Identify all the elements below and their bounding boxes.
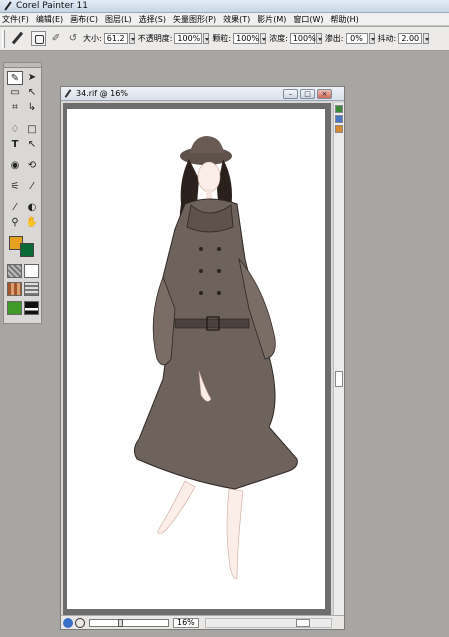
gradient-selector[interactable] bbox=[24, 264, 39, 278]
opacity-field[interactable]: 100% bbox=[174, 33, 203, 44]
menu-help[interactable]: 帮助(H) bbox=[331, 14, 359, 25]
rect-select-icon[interactable]: ▭ bbox=[7, 86, 23, 100]
coat-button bbox=[217, 291, 221, 295]
vertical-scroll-thumb[interactable] bbox=[335, 371, 343, 387]
horizontal-scroll-thumb[interactable] bbox=[295, 618, 310, 627]
maximize-icon[interactable]: □ bbox=[300, 89, 315, 99]
menu-bar: 文件(F) 编辑(E) 画布(C) 图层(L) 选择(S) 矢量图形(P) 效果… bbox=[0, 13, 449, 26]
stroke-type-icon[interactable]: ✐ bbox=[49, 32, 63, 46]
leg-right bbox=[226, 488, 244, 580]
size-label: 大小: bbox=[83, 34, 102, 43]
look-selector[interactable] bbox=[7, 301, 22, 315]
weave-selector[interactable] bbox=[24, 282, 39, 296]
mixer-icon[interactable] bbox=[335, 125, 343, 133]
rectangle-shape-icon[interactable]: □ bbox=[24, 123, 40, 137]
menu-canvas[interactable]: 画布(C) bbox=[70, 14, 98, 25]
document-status-bar: 16% bbox=[61, 615, 344, 629]
menu-window[interactable]: 窗口(W) bbox=[293, 14, 323, 25]
coat-button bbox=[199, 291, 203, 295]
nozzle-selector[interactable] bbox=[24, 301, 39, 315]
document-title-bar[interactable]: 34.rif @ 16% – □ × bbox=[61, 87, 344, 101]
eyedropper-icon[interactable]: ⁄ bbox=[7, 201, 23, 215]
hat-crown bbox=[190, 136, 224, 153]
bleed-label: 渗出: bbox=[324, 34, 344, 43]
toolbar-grip[interactable] bbox=[2, 29, 5, 48]
zoom-slider[interactable] bbox=[89, 618, 169, 627]
resat-field[interactable]: 100% bbox=[289, 33, 316, 44]
close-icon[interactable]: × bbox=[317, 89, 332, 99]
canvas-frame bbox=[63, 103, 331, 615]
pattern-selector[interactable] bbox=[7, 282, 22, 296]
burn-icon[interactable]: ◐ bbox=[24, 201, 40, 215]
color-swatch-icon[interactable] bbox=[335, 105, 343, 113]
grain-dropdown[interactable] bbox=[260, 33, 267, 44]
menu-file[interactable]: 文件(F) bbox=[2, 14, 29, 25]
bleed-field[interactable]: 0% bbox=[345, 33, 368, 44]
document-window: 34.rif @ 16% – □ × 16% bbox=[60, 86, 345, 630]
resat-dropdown[interactable] bbox=[315, 33, 322, 44]
app-title: Corel Painter 11 bbox=[16, 1, 89, 11]
vertical-scrollbar[interactable] bbox=[333, 103, 344, 615]
lasso-icon[interactable]: ↖ bbox=[24, 86, 40, 100]
grabber-hand-icon[interactable]: ✋ bbox=[24, 216, 40, 230]
jitter-dropdown[interactable] bbox=[423, 33, 430, 44]
opacity-label: 不透明度: bbox=[137, 34, 173, 43]
coat-belt bbox=[174, 318, 250, 329]
brush-preset-button[interactable] bbox=[31, 31, 46, 46]
toolbox: ✎ ➤ ▭ ↖ ⌗ ↳ ♢ □ T ↖ ◉ ⟲ ⚟ ⁄ ⁄ ◐ ⚲ ✋ bbox=[3, 62, 42, 324]
canvas[interactable] bbox=[67, 109, 325, 609]
resat-label: 浓度: bbox=[269, 34, 288, 43]
shape-select-icon[interactable]: ↖ bbox=[24, 138, 40, 152]
reset-brush-icon[interactable]: ↺ bbox=[66, 32, 80, 46]
document-icon bbox=[64, 89, 73, 98]
title-bar: Corel Painter 11 bbox=[0, 0, 449, 13]
pen-icon[interactable]: ♢ bbox=[7, 123, 23, 137]
jitter-field[interactable]: 2.00 bbox=[398, 33, 423, 44]
dropper-alt-icon[interactable]: ⁄ bbox=[24, 180, 40, 194]
horizontal-scrollbar[interactable] bbox=[204, 617, 332, 628]
opacity-dropdown[interactable] bbox=[203, 33, 210, 44]
toolbox-header[interactable] bbox=[4, 63, 41, 68]
menu-layers[interactable]: 图层(L) bbox=[105, 14, 132, 25]
coat-button bbox=[217, 247, 221, 251]
zoom-icon[interactable] bbox=[75, 617, 85, 628]
coat-button bbox=[199, 247, 203, 251]
menu-edit[interactable]: 编辑(E) bbox=[36, 14, 63, 25]
layer-adjuster-icon[interactable]: ➤ bbox=[24, 71, 40, 85]
menu-select[interactable]: 选择(S) bbox=[139, 14, 166, 25]
zoom-slider-knob[interactable] bbox=[118, 618, 123, 627]
bleed-dropdown[interactable] bbox=[368, 33, 375, 44]
face bbox=[197, 161, 221, 193]
minimize-icon[interactable]: – bbox=[283, 89, 298, 99]
transform-icon[interactable]: ↳ bbox=[24, 101, 40, 115]
cloner-icon[interactable]: ⟲ bbox=[24, 159, 40, 173]
menu-shapes[interactable]: 矢量图形(P) bbox=[173, 14, 216, 25]
text-icon[interactable]: T bbox=[7, 138, 23, 152]
property-bar: ✐ ↺ 大小: 61.2 不透明度: 100% 颗粒: 100% 浓度: 100… bbox=[0, 27, 449, 51]
menu-movie[interactable]: 影片(M) bbox=[257, 14, 286, 25]
paper-selector[interactable] bbox=[7, 264, 22, 278]
grain-label: 颗粒: bbox=[212, 34, 232, 43]
coat-button bbox=[217, 269, 221, 273]
jitter-label: 抖动: bbox=[377, 34, 397, 43]
mirror-paint-icon[interactable]: ⚟ bbox=[7, 180, 23, 194]
zoom-level[interactable]: 16% bbox=[173, 617, 199, 628]
menu-effects[interactable]: 效果(T) bbox=[223, 14, 250, 25]
brush-tool-icon[interactable]: ✎ bbox=[7, 71, 23, 85]
size-field[interactable]: 61.2 bbox=[103, 33, 128, 44]
additional-color-swatch[interactable] bbox=[20, 243, 34, 257]
rotate-page-icon[interactable] bbox=[63, 617, 73, 628]
brush-tool-icon bbox=[9, 31, 25, 47]
grain-field[interactable]: 100% bbox=[233, 33, 260, 44]
painter-brush-icon bbox=[3, 1, 13, 11]
crop-icon[interactable]: ⌗ bbox=[7, 101, 23, 115]
coat-button bbox=[199, 269, 203, 273]
layers-icon[interactable] bbox=[335, 115, 343, 123]
paint-bucket-icon[interactable]: ◉ bbox=[7, 159, 23, 173]
size-dropdown[interactable] bbox=[128, 33, 135, 44]
leg-left bbox=[157, 480, 196, 534]
magnifier-icon[interactable]: ⚲ bbox=[7, 216, 23, 230]
document-title: 34.rif @ 16% bbox=[76, 89, 128, 98]
fashion-illustration bbox=[133, 136, 298, 580]
